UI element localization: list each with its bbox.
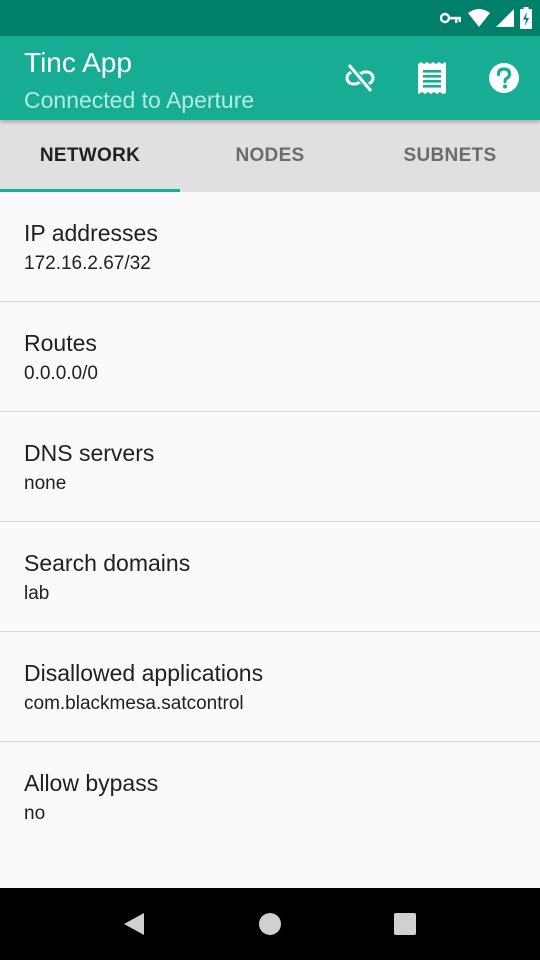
ip-addresses-value: 172.16.2.67/32 [24,253,151,274]
status-icons [440,6,532,30]
tab-nodes[interactable]: NODES [180,120,360,192]
connection-status: Connected to Aperture [24,87,255,113]
tab-subnets[interactable]: SUBNETS [360,120,540,192]
status-bar [0,0,540,36]
log-icon [417,62,447,94]
wifi-icon [468,9,490,27]
navigation-bar [0,888,540,960]
routes-item: Routes 0.0.0.0/0 [0,302,540,412]
link-off-icon [344,62,376,94]
allow-bypass-value: no [24,803,46,824]
back-button[interactable] [116,906,152,942]
disconnect-button[interactable] [339,57,381,99]
routes-value: 0.0.0.0/0 [24,363,98,384]
dns-servers-item: DNS servers none [0,412,540,522]
home-button[interactable] [252,906,288,942]
dns-servers-value: none [24,473,67,494]
network-info-list: IP addresses 172.16.2.67/32 Routes 0.0.0… [0,192,540,852]
back-icon [122,912,146,936]
search-domains-value: lab [24,583,50,604]
disallowed-applications-item: Disallowed applications com.blackmesa.sa… [0,632,540,742]
help-icon [488,62,520,94]
allow-bypass-label: Allow bypass [24,770,159,796]
tab-bar: NETWORK NODES SUBNETS [0,120,540,192]
ip-addresses-label: IP addresses [24,220,158,246]
vpn-key-icon [440,11,462,25]
tab-network-label: NETWORK [39,145,141,166]
search-domains-item: Search domains lab [0,522,540,632]
ip-addresses-item: IP addresses 172.16.2.67/32 [0,192,540,302]
dns-servers-label: DNS servers [24,440,155,466]
tab-subnets-label: SUBNETS [403,145,497,166]
recents-button[interactable] [387,906,423,942]
help-button[interactable] [483,57,525,99]
tab-network[interactable]: NETWORK [0,120,180,192]
battery-charging-icon [520,7,532,29]
app-bar: Tinc App Connected to Aperture [0,36,540,120]
log-button[interactable] [411,57,453,99]
allow-bypass-item: Allow bypass no [0,742,540,852]
disallowed-applications-value: com.blackmesa.satcontrol [24,693,244,714]
tab-nodes-label: NODES [235,145,305,166]
disallowed-applications-label: Disallowed applications [24,660,264,686]
cell-signal-icon [496,9,514,27]
search-domains-label: Search domains [24,550,191,576]
recents-icon [393,912,417,936]
routes-label: Routes [24,330,97,356]
home-icon [258,912,282,936]
app-title: Tinc App [24,47,132,78]
